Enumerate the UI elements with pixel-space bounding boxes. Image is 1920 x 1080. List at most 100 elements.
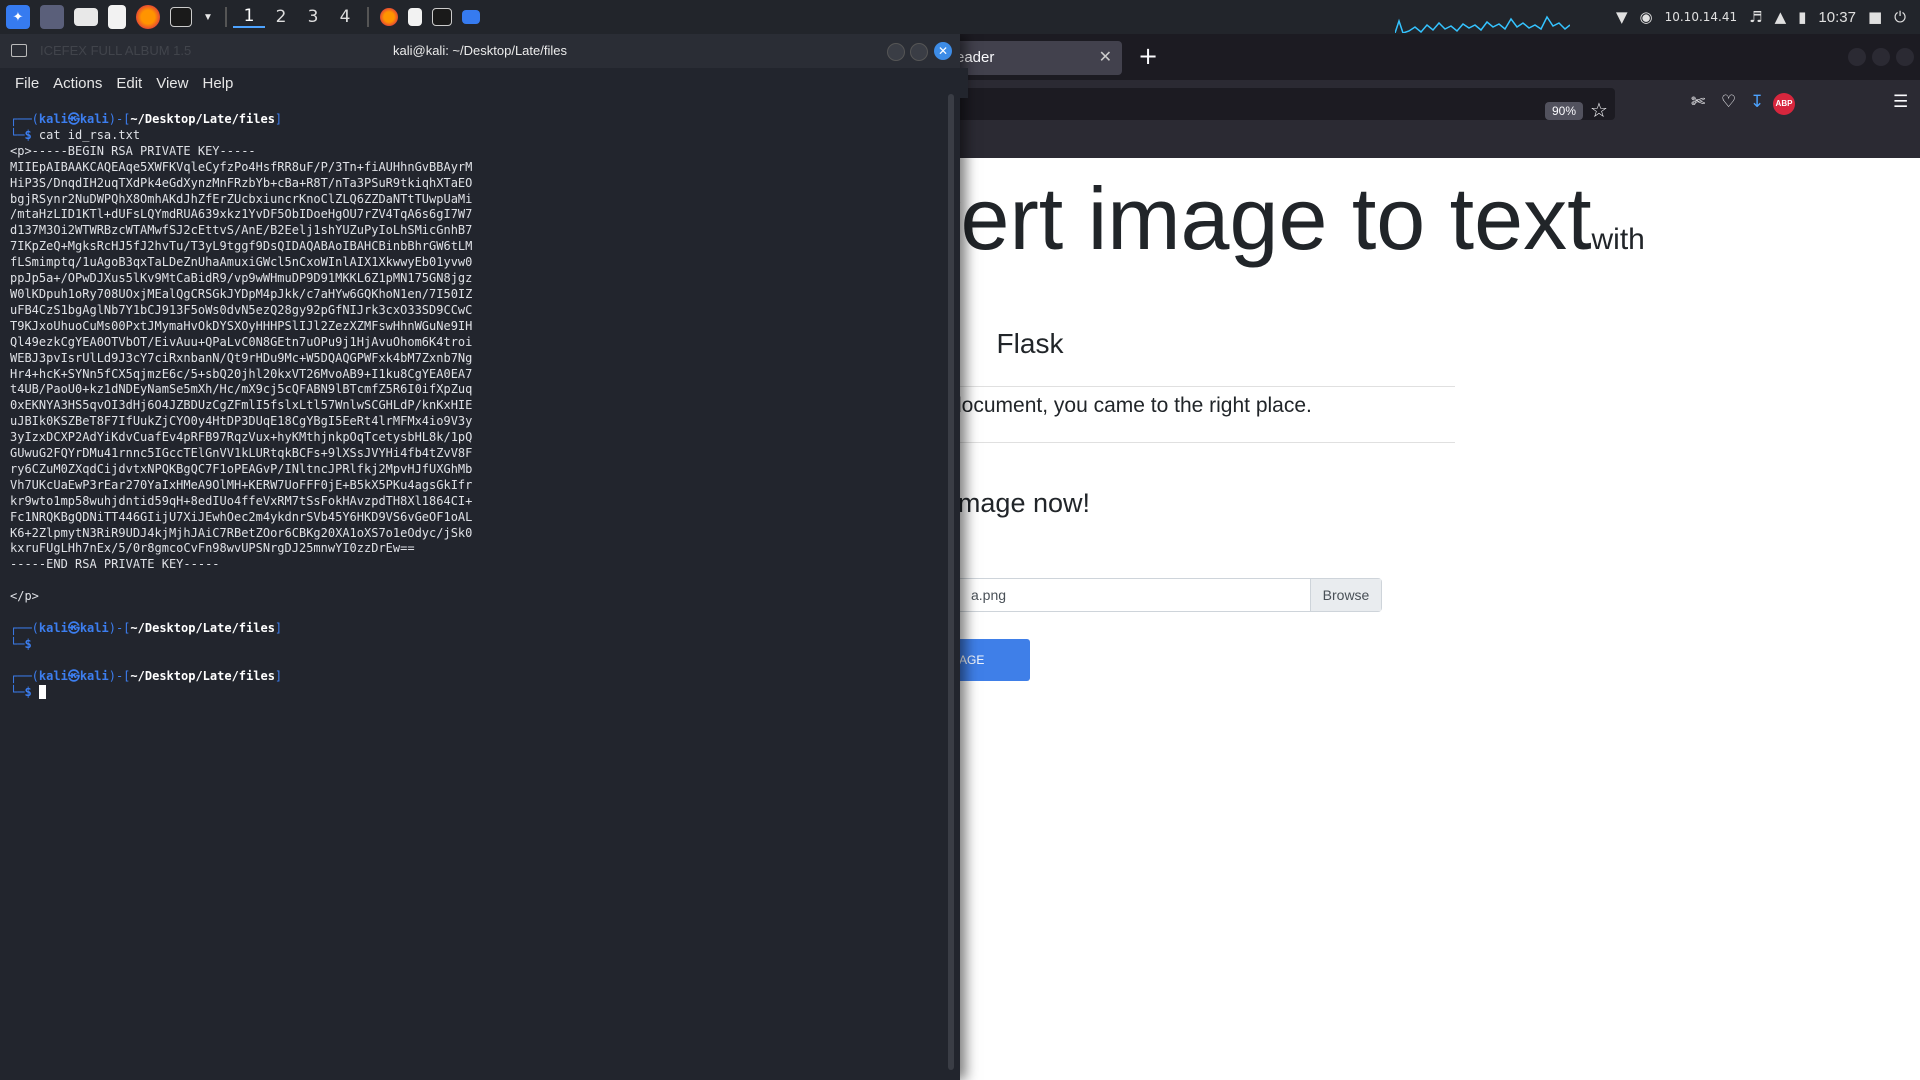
prompt-dir: ~/Desktop/Late/files [130, 112, 275, 126]
output-line: Hr4+hcK+SYNn5fCX5qjmzE6c/5+sbQ20jhl20kxV… [10, 366, 473, 381]
show-desktop-icon[interactable] [40, 5, 64, 29]
upload-title: Convert your image now! [950, 488, 1090, 518]
output-line: -----END RSA PRIVATE KEY----- [10, 557, 220, 572]
menu-actions[interactable]: Actions [53, 75, 102, 92]
browser-maximize-button[interactable] [1872, 48, 1890, 66]
scan-image-button[interactable]: IMAGE [950, 639, 1030, 681]
download-icon[interactable]: ↧ [1750, 92, 1764, 112]
prompt-host: kali [79, 621, 109, 635]
zoom-indicator[interactable]: 90% [1545, 102, 1584, 120]
hamburger-menu-icon[interactable]: ☰ [1893, 92, 1908, 112]
terminal-menubar: File Actions Edit View Help [0, 68, 968, 98]
pocket-icon[interactable]: ♡ [1721, 92, 1736, 112]
terminal-task-icon[interactable] [432, 8, 452, 26]
prompt-bracket: )-[ [108, 668, 131, 683]
terminal-window: ICEFEX FULL ALBUM 1.5 kali@kali: ~/Deskt… [0, 34, 968, 1080]
notification-bell-icon[interactable]: ▲ [1775, 8, 1787, 26]
output-line: bgjRSynr2NuDWPQhX8OmhAKdJhZfErZUcbxiuncr… [10, 191, 473, 206]
minimize-button[interactable] [887, 43, 905, 61]
prompt-bracket-end: ] [274, 668, 283, 683]
output-line: T9KJxoUhuoCuMs00PxtJMymaHvOkDYSXOyHHHPSl… [10, 318, 473, 333]
battery-icon[interactable]: ▮ [1798, 8, 1806, 26]
output-line: WEBJ3pvIsrUlLd9J3cY7ciRxnbanN/Qt9rHDu9Mc… [10, 350, 473, 365]
terminal-icon[interactable] [170, 7, 192, 27]
prompt-corner: ┌──( [10, 621, 39, 635]
clock[interactable]: 10:37 [1818, 9, 1856, 26]
prompt-dollar: $ [24, 636, 32, 651]
screenshot-icon[interactable]: ✄ [1691, 92, 1705, 112]
bookmarks-toolbar [950, 128, 1920, 158]
prompt-dollar: $ [24, 127, 39, 142]
file-manager-icon[interactable] [74, 8, 98, 26]
prompt-corner: ┌──( [10, 668, 39, 683]
terminal-titlebar[interactable]: ICEFEX FULL ALBUM 1.5 kali@kali: ~/Deskt… [0, 34, 960, 68]
output-line: <p>-----BEGIN RSA PRIVATE KEY----- [10, 143, 256, 158]
workspace-3[interactable]: 3 [297, 7, 329, 27]
terminal-scrollbar[interactable] [948, 94, 954, 1070]
browser-nav-bar: 90% ☆ ✄ ♡ ↧ ABP ☰ [950, 80, 1920, 128]
wifi-icon[interactable]: ▼ [1616, 8, 1628, 26]
file-name: a.png [971, 587, 1007, 603]
cpu-usage-graph [1395, 15, 1570, 33]
adblock-icon[interactable]: ABP [1773, 93, 1795, 115]
output-line: fLSmimptq/1uAgoB3qxTaLDeZnUhaAmuxiGWcl5n… [10, 255, 473, 270]
output-line: W0lKDpuh1oRy708UOxjMEalQgCRSGkJYDpM4pJkk… [10, 286, 473, 301]
maximize-button[interactable] [910, 43, 928, 61]
divider [950, 442, 1455, 443]
volume-icon[interactable]: ♬ [1749, 8, 1762, 26]
output-line: kr9wto1mp58wuhjdntid59qH+8edIUo4ffeVxRM7… [10, 493, 473, 508]
lock-screen-icon[interactable]: ■ [1868, 8, 1882, 26]
menu-help[interactable]: Help [202, 75, 233, 92]
browser-tab-active[interactable]: eader ✕ [950, 41, 1122, 75]
chevron-down-icon[interactable]: ▼ [202, 5, 214, 29]
file-input[interactable]: a.png Browse [950, 578, 1382, 612]
output-line: ppJp5a+/OPwDJXus5lKv9MtCaBidR9/vp9wWHmuD… [10, 271, 473, 286]
prompt-dir: ~/Desktop/Late/files [130, 668, 275, 683]
bookmark-star-icon[interactable]: ☆ [1590, 98, 1608, 122]
workspace-2[interactable]: 2 [265, 7, 297, 27]
browse-button[interactable]: Browse [1310, 579, 1381, 611]
firefox-task-icon[interactable] [380, 8, 398, 26]
divider [950, 386, 1455, 387]
browser-close-button[interactable] [1896, 48, 1914, 66]
workspace-4[interactable]: 4 [329, 7, 361, 27]
output-line: kxruFUgLHh7nEx/5/0r8gmcoCvFn98wvUPSNrgDJ… [10, 541, 415, 556]
menu-edit[interactable]: Edit [116, 75, 142, 92]
command-output: <p>-----BEGIN RSA PRIVATE KEY----- MIIEp… [10, 144, 472, 603]
prompt-dollar: $ [24, 684, 39, 699]
document-task-icon[interactable] [408, 8, 422, 26]
firefox-icon[interactable] [136, 5, 160, 29]
window-task-icon[interactable] [462, 10, 480, 24]
prompt-bracket-end: ] [274, 621, 283, 635]
text-editor-icon[interactable] [108, 5, 126, 29]
url-bar[interactable]: 90% ☆ [950, 88, 1615, 122]
menu-view[interactable]: View [156, 75, 188, 92]
output-line: MIIEpAIBAAKCAQEAqe5XWFKVqleCyfzPo4HsfRR8… [10, 159, 473, 174]
prompt-host: kali [79, 112, 109, 126]
menu-file[interactable]: File [15, 75, 39, 92]
page-heading: Convert image to textwith [950, 168, 1900, 270]
prompt-dir: ~/Desktop/Late/files [130, 621, 275, 635]
heading-text: Convert image to text [950, 169, 1592, 268]
prompt-at: ㉿ [67, 112, 80, 126]
browser-tab-bar: eader ✕ + [950, 34, 1920, 80]
vpn-lock-icon[interactable]: ◉ [1640, 8, 1653, 26]
browser-minimize-button[interactable] [1848, 48, 1866, 66]
output-line: 3yIzxDCXP2AdYiKdvCuafEv4pRFB97RqzVux+hyK… [10, 430, 473, 445]
new-tab-icon[interactable]: + [1138, 42, 1158, 70]
lead-text: If you want to turn an image into a text… [950, 394, 1312, 417]
kali-menu-icon[interactable]: ✦ [6, 5, 30, 29]
terminal-output[interactable]: ┌──(kali㉿kali)-[~/Desktop/Late/files] └─… [10, 112, 950, 701]
browser-window: eader ✕ + 90% ☆ ✄ ♡ ↧ ABP ☰ Convert imag… [950, 34, 1920, 1080]
close-button[interactable]: ✕ [934, 42, 952, 60]
workspace-1[interactable]: 1 [233, 6, 265, 28]
web-page: Convert image to textwith Flask If you w… [950, 158, 1920, 1080]
power-icon[interactable]: ⏻ [1894, 8, 1906, 26]
heading-small-text: with [1591, 223, 1645, 256]
tab-close-icon[interactable]: ✕ [1099, 41, 1112, 75]
prompt-at: ㉿ [67, 668, 80, 683]
panel-separator [225, 7, 227, 27]
output-line: uJBIk0KSZBeT8F7IfUukZjCYO0y4HtDP3DUqE18C… [10, 414, 473, 429]
prompt-host: kali [79, 668, 109, 683]
prompt-corner: └─ [10, 684, 25, 699]
